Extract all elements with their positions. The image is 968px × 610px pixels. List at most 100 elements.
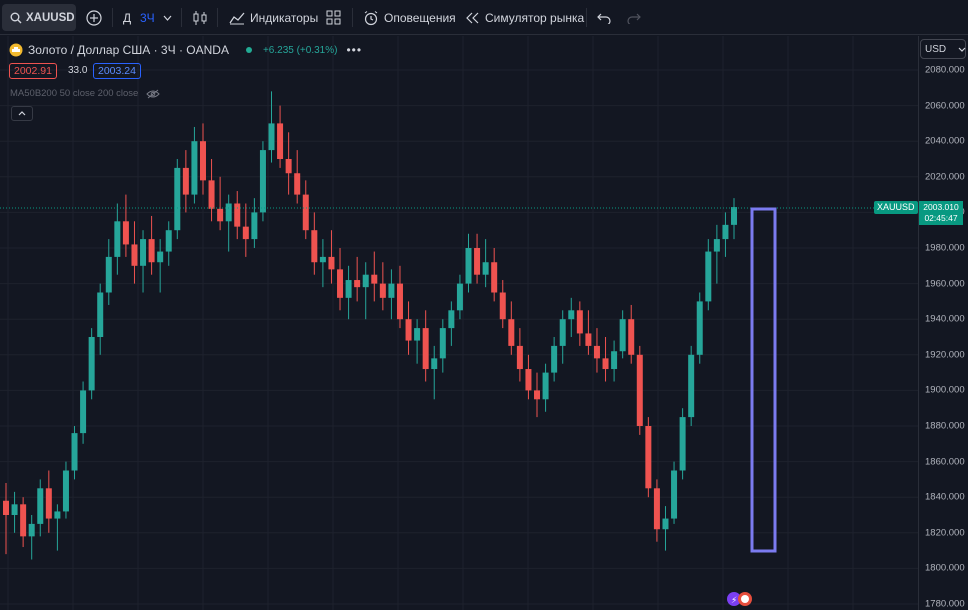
interval-3h-button[interactable]: 3Ч <box>140 0 155 35</box>
currency-button[interactable]: USD <box>920 39 966 59</box>
indicators-icon <box>229 11 245 25</box>
candle-body <box>491 262 498 293</box>
symbol-title[interactable]: Золото / Доллар США · 3Ч · OANDA <box>28 43 229 57</box>
replay-button[interactable]: Симулятор рынка <box>466 0 584 35</box>
candle <box>37 479 44 537</box>
candle <box>114 203 121 275</box>
candle <box>28 515 35 560</box>
price-axis[interactable]: 2080.0002060.0002040.0002020.0002000.000… <box>918 36 968 610</box>
candle-body <box>576 310 583 334</box>
candle-body <box>516 345 523 370</box>
candle <box>602 337 609 382</box>
price-tick-label: 2020.000 <box>925 171 965 183</box>
highlight-rectangle[interactable] <box>750 207 777 553</box>
last-price-box: 2003.010 02:45:47 <box>919 201 963 225</box>
interval-day-button[interactable]: Д <box>123 0 131 35</box>
candle-body <box>285 159 292 174</box>
symbol-label: XAUUSD <box>26 11 75 24</box>
candle-body <box>3 500 9 515</box>
more-options-icon[interactable]: ••• <box>346 43 362 57</box>
interval-dropdown[interactable] <box>163 0 172 35</box>
candle-body <box>379 283 386 298</box>
candle-body <box>131 244 138 266</box>
candle <box>131 221 138 284</box>
candle-body <box>122 221 129 245</box>
candle <box>345 265 352 320</box>
candle <box>696 292 703 364</box>
candle <box>337 248 344 311</box>
candle <box>328 230 335 284</box>
candle <box>456 274 463 320</box>
undo-button[interactable] <box>597 0 611 35</box>
chevron-up-icon <box>18 111 26 116</box>
candle-body <box>619 319 626 352</box>
candle-body <box>251 212 258 240</box>
candle-body <box>551 345 558 373</box>
candle <box>80 381 87 444</box>
candle-body <box>11 504 18 515</box>
compare-symbol-button[interactable] <box>86 0 102 35</box>
candle-body <box>662 518 669 530</box>
alerts-button[interactable]: Оповещения <box>363 0 456 35</box>
candle-body <box>54 511 61 519</box>
candle <box>191 126 198 204</box>
candle-body <box>234 203 241 227</box>
candle <box>679 408 686 480</box>
candle <box>448 301 455 346</box>
candle-body <box>388 283 395 298</box>
candle <box>713 224 720 284</box>
sell-button[interactable]: 2002.91 <box>9 63 57 79</box>
candle-body <box>508 319 515 346</box>
buy-button[interactable]: 2003.24 <box>93 63 141 79</box>
candle-body <box>722 224 729 240</box>
candle <box>611 340 618 382</box>
candle-body <box>585 333 592 346</box>
candle <box>362 262 369 320</box>
candle <box>302 180 309 240</box>
symbol-search-button[interactable]: XAUUSD <box>2 4 76 31</box>
candle <box>542 363 549 412</box>
candle-body <box>422 328 429 370</box>
eye-hidden-icon[interactable] <box>146 89 161 99</box>
candle <box>319 239 326 288</box>
alerts-label: Оповещения <box>384 10 456 25</box>
candle-body <box>311 230 318 263</box>
candle <box>585 310 592 355</box>
candle <box>71 426 78 480</box>
price-tick-label: 2080.000 <box>925 64 965 76</box>
collapse-legend-button[interactable] <box>11 106 33 121</box>
candle <box>405 301 412 355</box>
candle <box>182 150 189 213</box>
interval-day-label: Д <box>123 10 132 25</box>
candle-body <box>20 504 27 537</box>
candle <box>148 215 155 275</box>
top-toolbar: XAUUSD Д 3Ч Индикаторы Оповещения Симуля… <box>0 0 968 35</box>
candle-body <box>148 239 155 263</box>
redo-button[interactable] <box>627 0 641 35</box>
candle-body <box>414 328 421 341</box>
candle <box>525 354 532 400</box>
interval-3h-label: 3Ч <box>140 10 155 25</box>
candle <box>516 328 523 382</box>
layouts-button[interactable] <box>326 0 341 35</box>
last-price-value: 2003.010 <box>923 202 959 212</box>
candle <box>593 328 600 373</box>
price-tick-label: 1900.000 <box>925 384 965 396</box>
candle-body <box>28 523 35 537</box>
candle-body <box>636 354 643 426</box>
candle-body <box>217 208 224 222</box>
indicators-button[interactable]: Индикаторы <box>229 0 318 35</box>
candle <box>242 203 249 257</box>
price-chart[interactable]: ⚡ <box>0 36 918 610</box>
candle-body <box>362 274 369 288</box>
candle-body <box>354 280 361 288</box>
candle <box>508 301 515 355</box>
plus-circle-icon <box>86 9 102 26</box>
candle <box>534 372 541 418</box>
indicator-legend[interactable]: MA50B200 50 close 200 close <box>10 88 161 99</box>
chart-type-button[interactable] <box>192 0 208 35</box>
candle <box>431 345 438 400</box>
candle-body <box>242 226 249 240</box>
candle-body <box>482 262 489 275</box>
currency-label: USD <box>925 43 947 55</box>
